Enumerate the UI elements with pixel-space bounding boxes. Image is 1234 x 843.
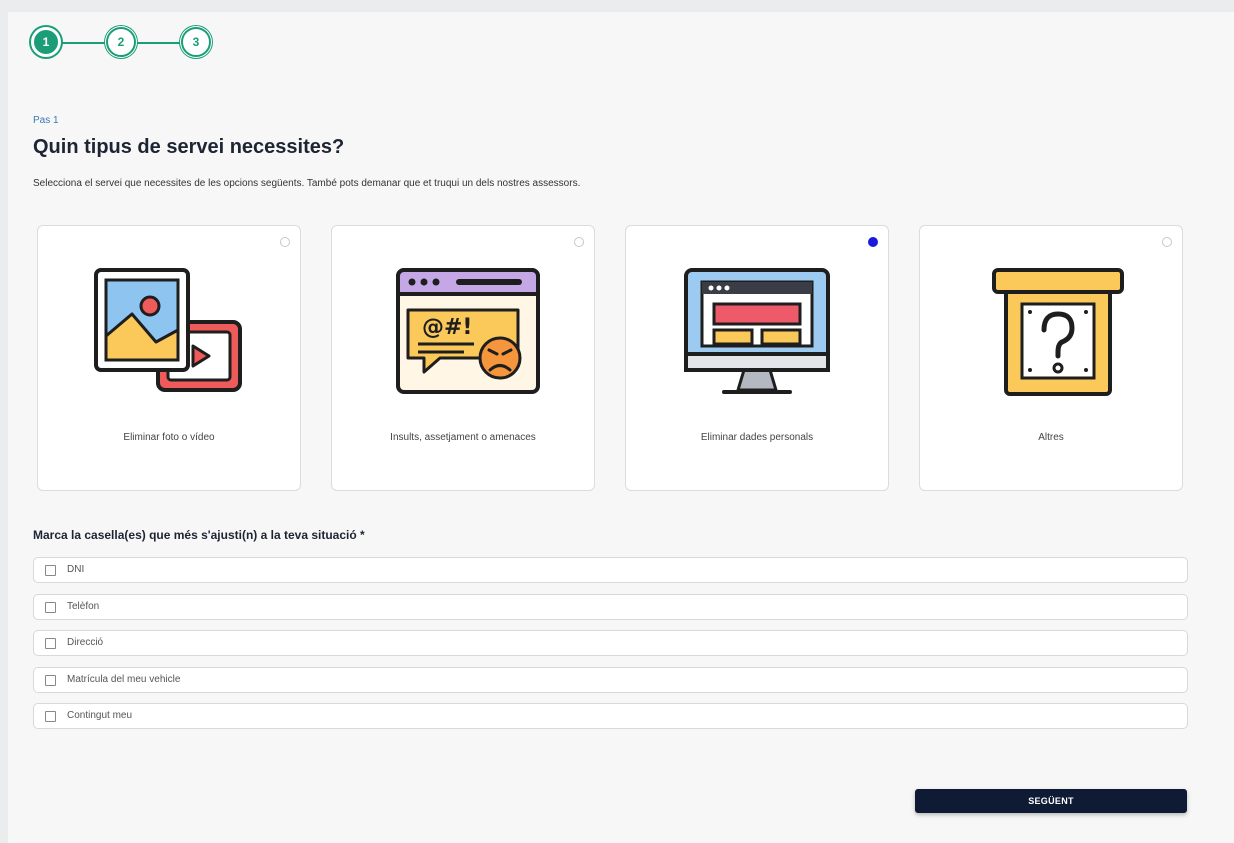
service-label: Insults, assetjament o amenaces	[390, 432, 536, 443]
stepper-line	[61, 42, 106, 44]
service-label: Eliminar foto o vídeo	[123, 432, 215, 443]
service-radio[interactable]	[1162, 237, 1172, 247]
checkbox[interactable]	[45, 602, 56, 613]
service-card-insults[interactable]: @#! Insults, assetjament o amenaces	[331, 225, 595, 491]
option-address[interactable]: Direcció	[33, 630, 1188, 656]
service-card-others[interactable]: Altres	[919, 225, 1183, 491]
service-radio-selected[interactable]	[868, 237, 878, 247]
photo-video-icon	[94, 268, 242, 392]
next-button[interactable]: SEGÜENT	[915, 789, 1187, 813]
service-card-photo-video[interactable]: Eliminar foto o vídeo	[37, 225, 301, 491]
page-subtitle: Selecciona el servei que necessites de l…	[33, 178, 581, 189]
service-radio[interactable]	[574, 237, 584, 247]
question-box-icon	[992, 268, 1124, 396]
checkbox[interactable]	[45, 675, 56, 686]
stepper-line	[136, 42, 181, 44]
situation-question: Marca la casella(es) que més s'ajusti(n)…	[33, 528, 365, 542]
service-label: Eliminar dades personals	[700, 432, 814, 443]
option-vehicle-plate[interactable]: Matrícula del meu vehicle	[33, 667, 1188, 693]
option-phone[interactable]: Telèfon	[33, 594, 1188, 620]
step-1[interactable]: 1	[31, 27, 61, 57]
step-label: Pas 1	[33, 115, 59, 126]
option-my-content[interactable]: Contingut meu	[33, 703, 1188, 729]
step-2[interactable]: 2	[106, 27, 136, 57]
service-radio[interactable]	[280, 237, 290, 247]
checkbox[interactable]	[45, 638, 56, 649]
checkbox[interactable]	[45, 711, 56, 722]
form-page: 1 2 3 Pas 1 Quin tipus de servei necessi…	[8, 12, 1234, 843]
angry-message-icon: @#!	[396, 268, 540, 394]
option-label: Matrícula del meu vehicle	[67, 674, 181, 685]
option-dni[interactable]: DNI	[33, 557, 1188, 583]
checkbox[interactable]	[45, 565, 56, 576]
option-label: Telèfon	[67, 601, 100, 612]
step-3[interactable]: 3	[181, 27, 211, 57]
svg-text:@#!: @#!	[422, 315, 472, 340]
option-label: DNI	[67, 564, 85, 575]
page-title: Quin tipus de servei necessites?	[33, 136, 345, 158]
option-label: Contingut meu	[67, 710, 133, 721]
option-label: Direcció	[67, 637, 104, 648]
service-card-personal-data[interactable]: Eliminar dades personals	[625, 225, 889, 491]
service-label: Altres	[1038, 432, 1064, 443]
monitor-data-icon	[684, 268, 830, 394]
